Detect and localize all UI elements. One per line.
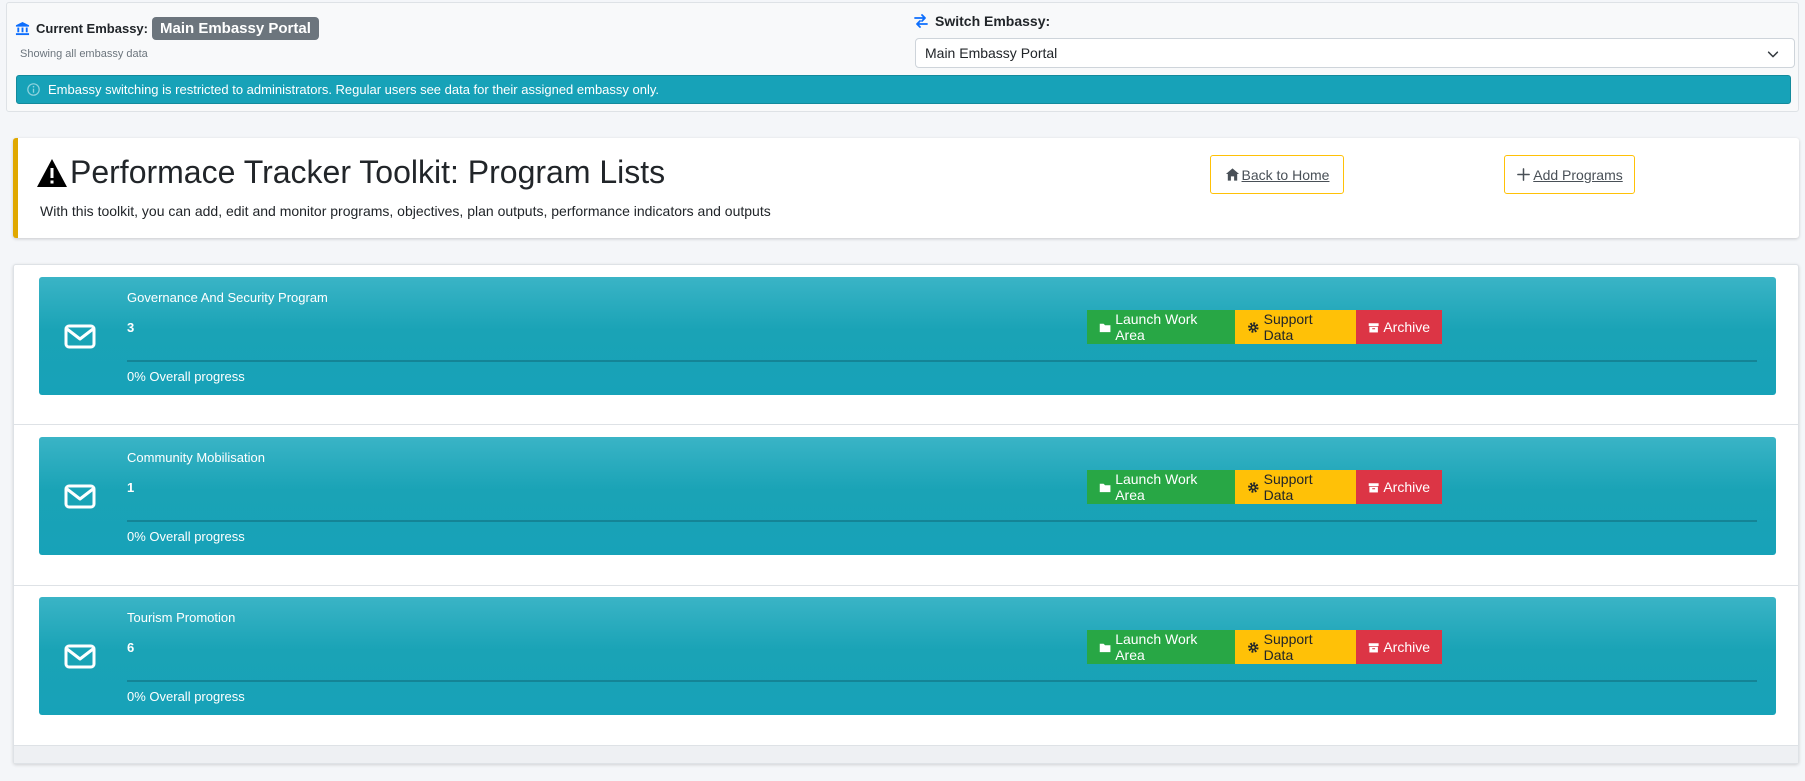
program-card: Tourism Promotion 6 0% Overall progress … xyxy=(39,597,1776,715)
bank-icon xyxy=(15,21,30,36)
archive-box-icon xyxy=(1368,642,1379,652)
swap-arrows-icon xyxy=(914,14,928,28)
program-name: Community Mobilisation xyxy=(127,450,265,465)
add-programs-button[interactable]: Add Programs xyxy=(1504,155,1635,194)
folder-icon xyxy=(1099,483,1111,492)
switch-embassy-selected-value: Main Embassy Portal xyxy=(925,45,1058,61)
launch-work-area-label: Launch Work Area xyxy=(1115,631,1198,663)
support-data-label: Support Data xyxy=(1263,471,1313,503)
launch-work-area-label: Launch Work Area xyxy=(1115,311,1198,343)
envelope-icon xyxy=(64,324,96,349)
embassy-switcher-panel: Current Embassy: Main Embassy Portal Sho… xyxy=(6,2,1799,112)
back-to-home-button[interactable]: Back to Home xyxy=(1210,155,1344,194)
plus-icon xyxy=(1517,168,1531,181)
launch-work-area-button[interactable]: Launch Work Area xyxy=(1087,470,1235,504)
program-actions: Launch Work Area Support Data Archive xyxy=(1087,310,1442,344)
archive-button[interactable]: Archive xyxy=(1356,470,1442,504)
admin-restriction-text: Embassy switching is restricted to admin… xyxy=(48,82,660,97)
program-list: Governance And Security Program 3 0% Ove… xyxy=(13,264,1799,764)
program-count: 3 xyxy=(127,320,135,335)
support-data-label: Support Data xyxy=(1263,631,1313,663)
program-card: Community Mobilisation 1 0% Overall prog… xyxy=(39,437,1776,555)
program-card: Governance And Security Program 3 0% Ove… xyxy=(39,277,1776,395)
support-data-label: Support Data xyxy=(1263,311,1313,343)
warning-triangle-icon xyxy=(37,158,67,187)
program-progress-bar xyxy=(127,360,1757,362)
program-count: 6 xyxy=(127,640,135,655)
gear-icon xyxy=(1248,641,1259,653)
switch-embassy-label-row: Switch Embassy: xyxy=(913,13,1050,29)
program-progress-text: 0% Overall progress xyxy=(127,529,245,544)
archive-button[interactable]: Archive xyxy=(1356,310,1442,344)
archive-label: Archive xyxy=(1383,319,1430,335)
row-divider xyxy=(14,424,1798,425)
program-actions: Launch Work Area Support Data Archive xyxy=(1087,470,1442,504)
program-name: Tourism Promotion xyxy=(127,610,236,625)
info-circle-icon xyxy=(27,83,40,96)
switch-embassy-label: Switch Embassy: xyxy=(935,13,1051,29)
program-count: 1 xyxy=(127,480,135,495)
archive-label: Archive xyxy=(1383,479,1430,495)
current-embassy-label: Current Embassy: xyxy=(36,21,148,36)
program-progress-bar xyxy=(127,520,1757,522)
envelope-icon xyxy=(64,484,96,509)
support-data-button[interactable]: Support Data xyxy=(1235,310,1356,344)
program-actions: Launch Work Area Support Data Archive xyxy=(1087,630,1442,664)
program-progress-text: 0% Overall progress xyxy=(127,689,245,704)
current-embassy-subtext: Showing all embassy data xyxy=(20,48,148,60)
program-progress-text: 0% Overall progress xyxy=(127,369,245,384)
folder-icon xyxy=(1099,643,1111,652)
program-list-footer xyxy=(14,745,1798,763)
back-to-home-label: Back to Home xyxy=(1241,166,1330,183)
archive-label: Archive xyxy=(1383,639,1430,655)
row-divider xyxy=(14,585,1798,586)
gear-icon xyxy=(1248,321,1259,333)
switch-embassy-select[interactable]: Main Embassy Portal xyxy=(915,38,1795,68)
chevron-down-icon xyxy=(1767,51,1779,58)
page-title-row: Performace Tracker Toolkit: Program List… xyxy=(36,154,665,191)
support-data-button[interactable]: Support Data xyxy=(1235,470,1356,504)
add-programs-label: Add Programs xyxy=(1533,166,1623,183)
program-progress-bar xyxy=(127,680,1757,682)
folder-icon xyxy=(1099,323,1111,332)
page-subtitle: With this toolkit, you can add, edit and… xyxy=(40,203,771,219)
program-name: Governance And Security Program xyxy=(127,290,328,305)
admin-restriction-notice: Embassy switching is restricted to admin… xyxy=(16,75,1791,104)
current-embassy-badge: Main Embassy Portal xyxy=(151,17,319,40)
archive-box-icon xyxy=(1368,482,1379,492)
page-title: Performace Tracker Toolkit: Program List… xyxy=(70,154,666,190)
archive-box-icon xyxy=(1368,322,1379,332)
current-embassy-row: Current Embassy: Main Embassy Portal xyxy=(15,17,319,40)
support-data-button[interactable]: Support Data xyxy=(1235,630,1356,664)
launch-work-area-button[interactable]: Launch Work Area xyxy=(1087,310,1235,344)
archive-button[interactable]: Archive xyxy=(1356,630,1442,664)
launch-work-area-button[interactable]: Launch Work Area xyxy=(1087,630,1235,664)
page-header-card: Performace Tracker Toolkit: Program List… xyxy=(13,138,1799,238)
envelope-icon xyxy=(64,644,96,669)
home-icon xyxy=(1225,168,1239,181)
launch-work-area-label: Launch Work Area xyxy=(1115,471,1198,503)
gear-icon xyxy=(1248,481,1259,493)
